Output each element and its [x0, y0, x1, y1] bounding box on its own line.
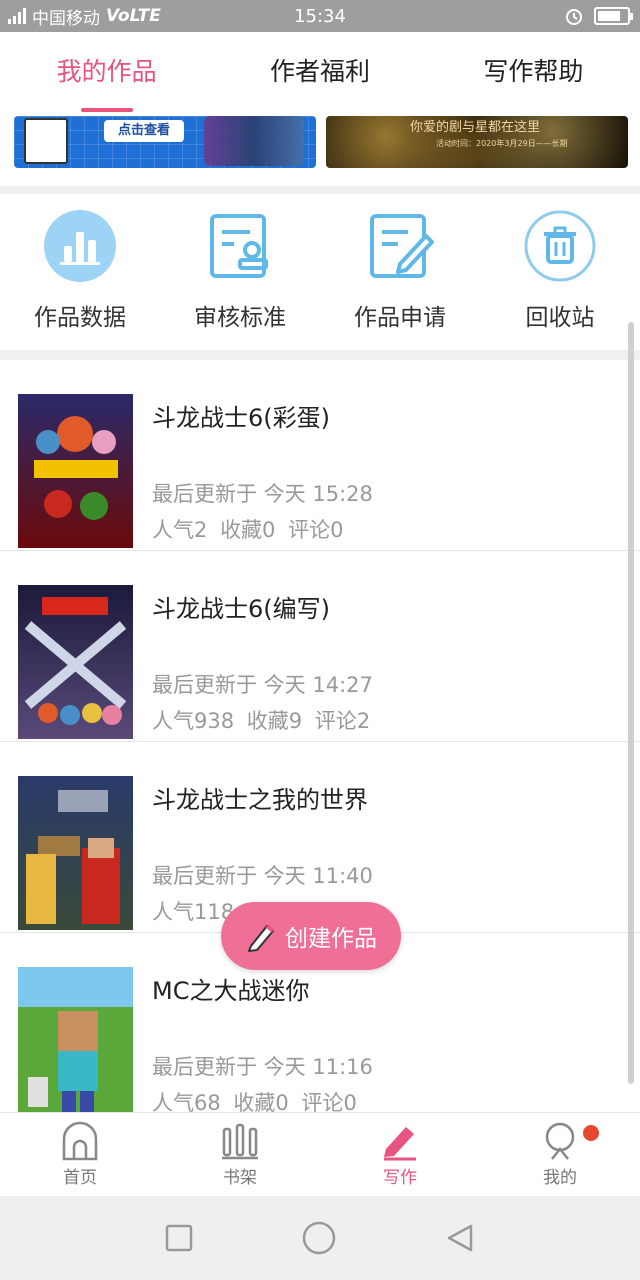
- work-favorites: 收藏0: [233, 1091, 289, 1112]
- nav-label: 写作: [383, 1168, 417, 1188]
- action-review-standards[interactable]: 审核标准: [160, 194, 320, 350]
- banner-right[interactable]: 你爱的剧与星都在这里 活动时间：2020年3月29日——长期: [326, 116, 628, 168]
- bottom-nav: 首页 书架 写作 我的: [0, 1112, 640, 1196]
- section-divider: [0, 350, 640, 360]
- work-comments: 评论0: [301, 1091, 357, 1112]
- profile-icon: [545, 1122, 575, 1160]
- banner-row: 点击查看 你爱的剧与星都在这里 活动时间：2020年3月29日——长期: [0, 114, 640, 186]
- action-label: 回收站: [525, 305, 595, 331]
- work-cover: [18, 394, 133, 548]
- status-right: [564, 6, 633, 26]
- alarm-icon: [566, 9, 582, 25]
- battery-fill: [598, 11, 621, 21]
- characters-illustration: [204, 116, 304, 166]
- pen-icon: [384, 1127, 416, 1161]
- home-circle-icon[interactable]: [302, 1221, 336, 1255]
- work-popularity: 人气118: [152, 900, 235, 924]
- work-title: 斗龙战士6(编写): [152, 595, 330, 623]
- work-title: 斗龙战士6(彩蛋): [152, 404, 330, 432]
- notification-dot: [583, 1125, 599, 1141]
- action-label: 作品数据: [34, 305, 126, 331]
- quick-actions: 作品数据 审核标准 作品申请 回收站: [0, 194, 640, 350]
- nav-label: 首页: [63, 1168, 97, 1188]
- edit-doc-icon: [364, 210, 436, 282]
- nav-write[interactable]: 写作: [320, 1113, 480, 1196]
- work-stats: 人气2 收藏0 评论0: [152, 514, 350, 544]
- work-popularity: 人气2: [152, 518, 208, 542]
- action-work-application[interactable]: 作品申请: [320, 194, 480, 350]
- work-updated: 最后更新于 今天 15:28: [152, 482, 373, 506]
- work-favorites: 收藏0: [220, 518, 276, 542]
- recent-apps-icon[interactable]: [165, 1224, 193, 1252]
- back-icon[interactable]: [445, 1223, 475, 1253]
- create-work-label: 创建作品: [285, 926, 377, 952]
- action-work-data[interactable]: 作品数据: [0, 194, 160, 350]
- nav-home[interactable]: 首页: [0, 1113, 160, 1196]
- trash-icon: [524, 210, 596, 282]
- banner-view-button[interactable]: 点击查看: [104, 120, 184, 142]
- work-comments: 评论0: [288, 518, 344, 542]
- scrollbar[interactable]: [628, 322, 634, 1084]
- work-stats: 人气938 收藏9 评论2: [152, 705, 376, 735]
- action-label: 审核标准: [194, 305, 286, 331]
- status-time: 15:34: [294, 5, 346, 27]
- banner-right-title: 你爱的剧与星都在这里: [410, 120, 541, 135]
- work-popularity: 人气938: [152, 709, 235, 733]
- checklist-illustration: [24, 118, 68, 164]
- nav-mine[interactable]: 我的: [480, 1113, 640, 1196]
- work-cover: [18, 967, 133, 1112]
- tab-writing-help[interactable]: 写作帮助: [427, 32, 640, 114]
- work-item[interactable]: 斗龙战士6(编写) 最后更新于 今天 14:27 人气938 收藏9 评论2: [0, 551, 640, 742]
- system-nav-bar: [0, 1196, 640, 1280]
- review-doc-icon: [204, 210, 276, 282]
- work-title: MC之大战迷你: [152, 977, 310, 1005]
- nav-label: 书架: [223, 1168, 257, 1188]
- nav-label: 我的: [543, 1168, 577, 1188]
- work-updated: 最后更新于 今天 11:16: [152, 1055, 373, 1079]
- section-divider: [0, 186, 640, 194]
- top-tabs: 我的作品 作者福利 写作帮助: [0, 32, 640, 114]
- work-updated: 最后更新于 今天 11:40: [152, 864, 373, 888]
- bar-chart-icon: [44, 210, 116, 282]
- work-popularity: 人气68: [152, 1091, 221, 1112]
- work-title: 斗龙战士之我的世界: [152, 786, 368, 814]
- nav-bookshelf[interactable]: 书架: [160, 1113, 320, 1196]
- tab-my-works[interactable]: 我的作品: [0, 32, 213, 114]
- bookshelf-icon: [222, 1123, 258, 1160]
- work-updated: 最后更新于 今天 14:27: [152, 673, 373, 697]
- work-cover: [18, 776, 133, 930]
- action-label: 作品申请: [354, 305, 446, 331]
- work-cover: [18, 585, 133, 739]
- action-recycle-bin[interactable]: 回收站: [480, 194, 640, 350]
- work-item[interactable]: 斗龙战士6(彩蛋) 最后更新于 今天 15:28 人气2 收藏0 评论0: [0, 360, 640, 551]
- works-list: 斗龙战士6(彩蛋) 最后更新于 今天 15:28 人气2 收藏0 评论0 斗龙战…: [0, 360, 640, 1112]
- work-comments: 评论2: [314, 709, 371, 733]
- banner-left[interactable]: 点击查看: [14, 116, 316, 168]
- tab-author-benefits[interactable]: 作者福利: [213, 32, 426, 114]
- create-work-button[interactable]: 创建作品: [221, 902, 401, 970]
- battery-icon: [594, 7, 633, 25]
- banner-right-subtitle: 活动时间：2020年3月29日——长期: [436, 139, 568, 148]
- work-favorites: 收藏9: [246, 709, 303, 733]
- pencil-icon: [248, 924, 275, 952]
- home-icon: [62, 1121, 98, 1161]
- status-bar: 中国移动 VoLTE 15:34: [0, 0, 640, 32]
- work-stats: 人气68 收藏0 评论0: [152, 1087, 363, 1112]
